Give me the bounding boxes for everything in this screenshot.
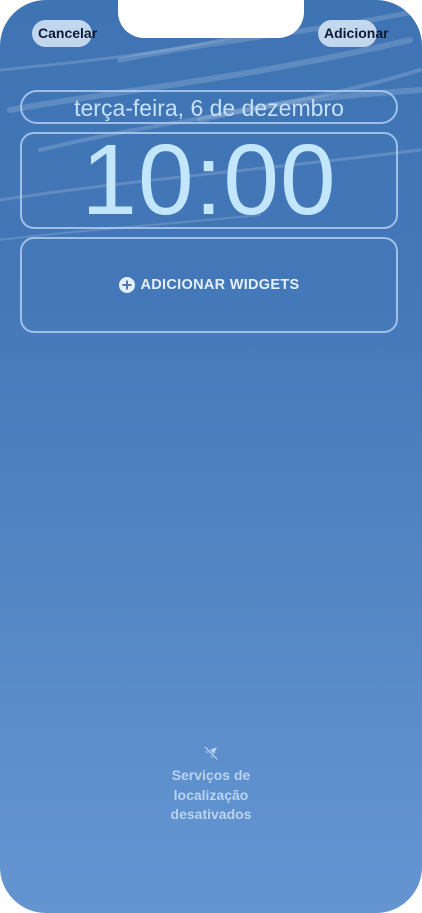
clock-frame[interactable]: 10:00 [20,124,398,236]
location-services-status: Serviços de localização desativados [130,744,292,825]
device-notch [118,0,304,38]
plus-circle-icon [118,277,135,293]
cancel-button[interactable]: Cancelar [32,20,97,47]
widgets-frame[interactable]: ADICIONAR WIDGETS [20,237,398,333]
location-status-text: Serviços de localização desativados [170,767,252,822]
date-widget-frame[interactable]: terça-feira, 6 de dezembro [20,90,398,124]
lock-screen-editor: Cancelar Adicionar terça-feira, 6 de dez… [0,0,422,913]
add-widgets-button[interactable]: ADICIONAR WIDGETS [22,277,396,293]
add-button[interactable]: Adicionar [318,20,389,47]
clock-time: 10:00 [81,124,337,236]
add-widgets-label: ADICIONAR WIDGETS [140,277,300,293]
location-slash-icon [203,745,219,761]
date-label: terça-feira, 6 de dezembro [74,95,344,121]
